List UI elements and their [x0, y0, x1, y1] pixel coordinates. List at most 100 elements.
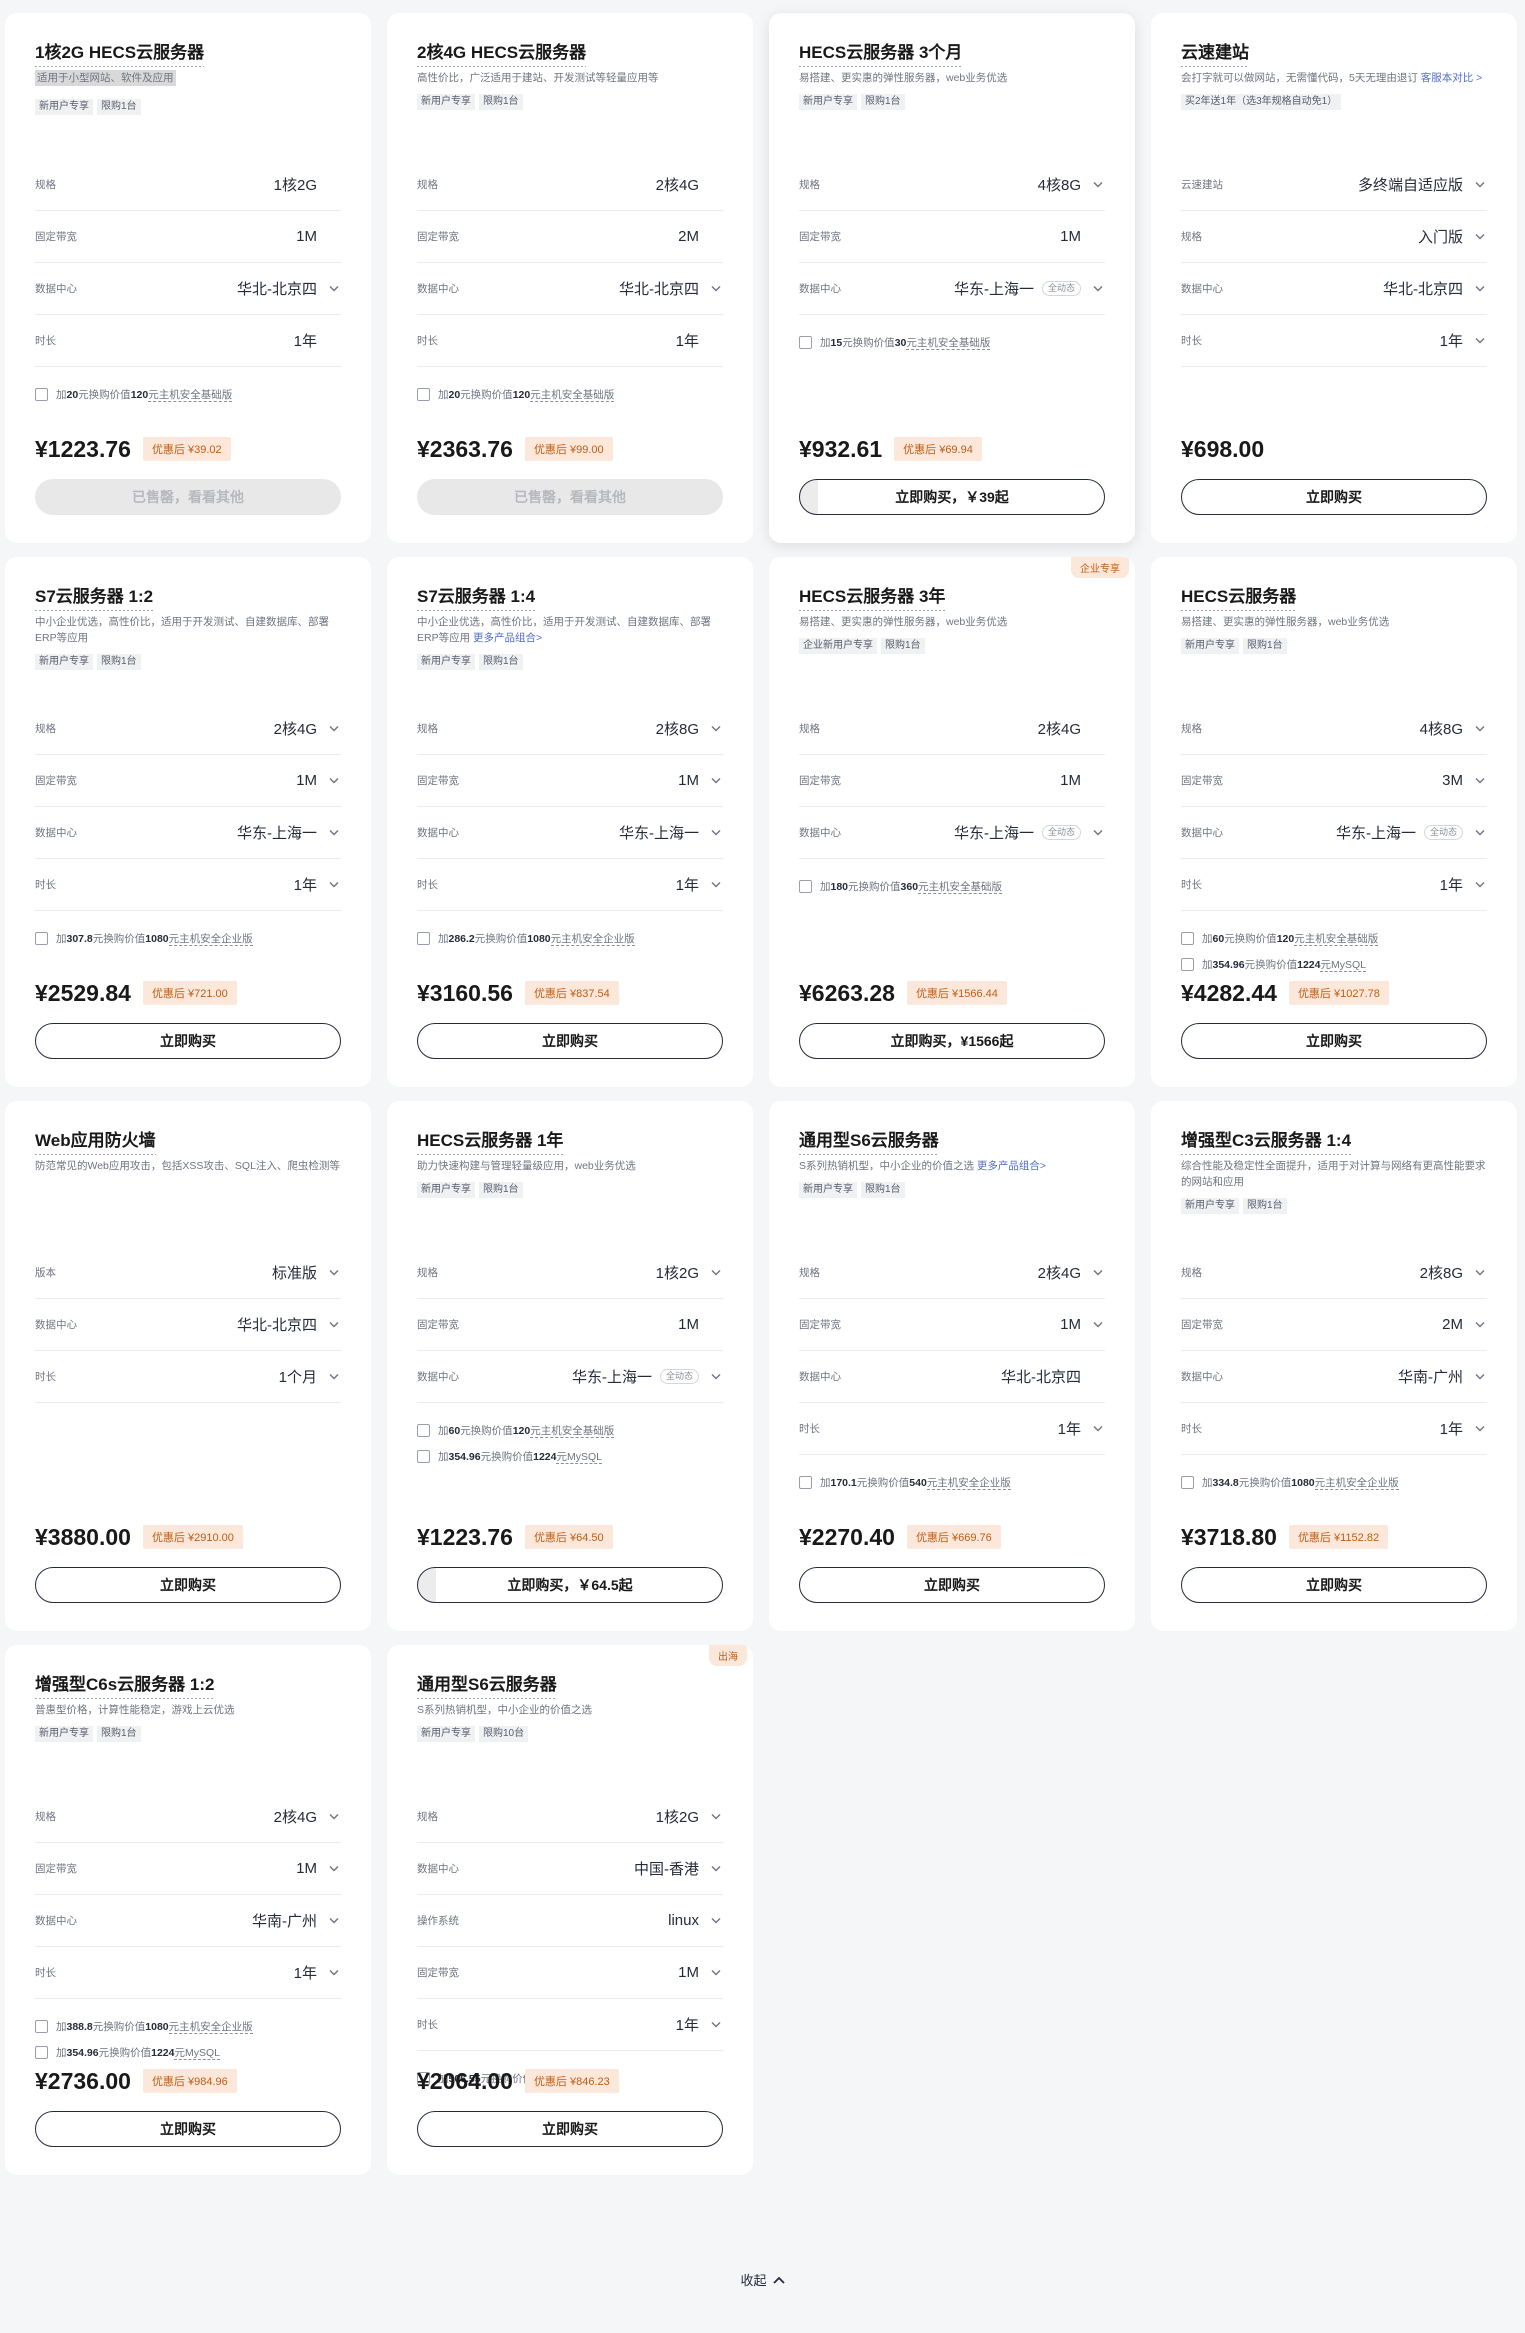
spec-value[interactable]: 华南-广州 [1398, 1366, 1487, 1387]
spec-row[interactable]: 数据中心 华东-上海一 [417, 807, 723, 859]
spec-row[interactable]: 数据中心 华北-北京四 [35, 1299, 341, 1351]
chevron-down-icon[interactable] [1473, 1321, 1487, 1328]
spec-row[interactable]: 操作系统 linux [417, 1895, 723, 1947]
chevron-down-icon[interactable] [709, 777, 723, 784]
chevron-down-icon[interactable] [709, 2021, 723, 2028]
spec-value[interactable]: 2核8G [1420, 1262, 1487, 1283]
spec-row[interactable]: 数据中心 华东-上海一 全动态 [417, 1351, 723, 1403]
chevron-down-icon[interactable] [327, 1269, 341, 1276]
spec-value[interactable]: 华东-上海一 全动态 [954, 278, 1105, 299]
chevron-down-icon[interactable] [1473, 1425, 1487, 1432]
chevron-down-icon[interactable] [327, 1917, 341, 1924]
chevron-down-icon[interactable] [1473, 233, 1487, 240]
chevron-down-icon[interactable] [1091, 1269, 1105, 1276]
card-title[interactable]: HECS云服务器 3个月 [799, 43, 963, 67]
spec-value[interactable]: 2M [1442, 1316, 1487, 1333]
spec-row[interactable]: 数据中心 华东-上海一 全动态 [799, 807, 1105, 859]
spec-row[interactable]: 数据中心 华东-上海一 全动态 [799, 263, 1105, 315]
spec-value[interactable]: 华南-广州 [252, 1910, 341, 1931]
spec-row[interactable]: 规格 1核2G [417, 1791, 723, 1843]
checkbox[interactable] [35, 2019, 48, 2033]
addon-option[interactable]: 加20元换购价值120元主机安全基础版 [35, 381, 341, 407]
buy-button[interactable]: 立即购买，￥64.5起 [417, 1567, 723, 1603]
spec-value[interactable]: 1个月 [279, 1366, 341, 1387]
spec-value[interactable]: 1年 [1440, 1418, 1487, 1439]
spec-value[interactable]: 1M [296, 1860, 341, 1877]
buy-button[interactable]: 立即购买 [417, 1023, 723, 1059]
spec-row[interactable]: 数据中心 华南-广州 [1181, 1351, 1487, 1403]
spec-value[interactable]: 华北-北京四 [237, 1314, 341, 1335]
spec-value[interactable]: 1M [296, 772, 341, 789]
checkbox[interactable] [1181, 957, 1194, 971]
chevron-down-icon[interactable] [1473, 181, 1487, 188]
chevron-down-icon[interactable] [1473, 829, 1487, 836]
buy-button[interactable]: 立即购买，￥39起 [799, 479, 1105, 515]
addon-option[interactable]: 加170.1元换购价值540元主机安全企业版 [799, 1469, 1105, 1495]
spec-row[interactable]: 固定带宽 1M [35, 755, 341, 807]
buy-button[interactable]: 立即购买 [1181, 479, 1487, 515]
chevron-down-icon[interactable] [709, 1969, 723, 1976]
spec-row[interactable]: 时长 1年 [417, 1999, 723, 2051]
spec-row[interactable]: 版本 标准版 [35, 1247, 341, 1299]
spec-row[interactable]: 时长 1年 [1181, 315, 1487, 367]
chevron-down-icon[interactable] [709, 881, 723, 888]
spec-row[interactable]: 规格 2核8G [1181, 1247, 1487, 1299]
spec-value[interactable]: 1年 [676, 874, 723, 895]
spec-value[interactable]: 标准版 [272, 1262, 341, 1283]
chevron-down-icon[interactable] [1091, 181, 1105, 188]
chevron-down-icon[interactable] [1473, 1269, 1487, 1276]
spec-row[interactable]: 规格 4核8G [799, 159, 1105, 211]
spec-value[interactable]: 4核8G [1420, 718, 1487, 739]
chevron-down-icon[interactable] [327, 1969, 341, 1976]
chevron-down-icon[interactable] [1473, 725, 1487, 732]
spec-row[interactable]: 云速建站 多终端自适应版 [1181, 159, 1487, 211]
spec-row[interactable]: 时长 1个月 [35, 1351, 341, 1403]
spec-value[interactable]: 2核4G [1038, 1262, 1105, 1283]
card-title[interactable]: HECS云服务器 3年 [799, 587, 946, 611]
spec-row[interactable]: 数据中心 华东-上海一 全动态 [1181, 807, 1487, 859]
spec-row[interactable]: 数据中心 华东-上海一 [35, 807, 341, 859]
spec-value[interactable]: 华北-北京四 [619, 278, 723, 299]
chevron-down-icon[interactable] [709, 1373, 723, 1380]
addon-option[interactable]: 加354.96元换购价值1224元MySQL [35, 2039, 341, 2065]
chevron-down-icon[interactable] [709, 1865, 723, 1872]
chevron-down-icon[interactable] [327, 725, 341, 732]
spec-row[interactable]: 数据中心 华北-北京四 [417, 263, 723, 315]
chevron-down-icon[interactable] [709, 1917, 723, 1924]
checkbox[interactable] [417, 931, 430, 945]
chevron-down-icon[interactable] [1473, 777, 1487, 784]
checkbox[interactable] [35, 2045, 48, 2059]
spec-value[interactable]: 2核4G [274, 718, 341, 739]
spec-value[interactable]: 1年 [294, 874, 341, 895]
spec-row[interactable]: 规格 2核4G [35, 1791, 341, 1843]
chevron-down-icon[interactable] [1091, 285, 1105, 292]
checkbox[interactable] [799, 1475, 812, 1489]
chevron-down-icon[interactable] [327, 1865, 341, 1872]
spec-row[interactable]: 规格 4核8G [1181, 703, 1487, 755]
spec-value[interactable]: 1M [678, 772, 723, 789]
chevron-down-icon[interactable] [709, 829, 723, 836]
chevron-down-icon[interactable] [327, 881, 341, 888]
card-title[interactable]: 通用型S6云服务器 [799, 1131, 939, 1155]
buy-button[interactable]: 立即购买 [1181, 1567, 1487, 1603]
spec-value[interactable]: 华东-上海一 全动态 [954, 822, 1105, 843]
checkbox[interactable] [35, 387, 48, 401]
chevron-down-icon[interactable] [1473, 285, 1487, 292]
spec-row[interactable]: 固定带宽 1M [35, 1843, 341, 1895]
spec-value[interactable]: 1核2G [656, 1806, 723, 1827]
spec-value[interactable]: 1M [1060, 1316, 1105, 1333]
chevron-down-icon[interactable] [1473, 1373, 1487, 1380]
chevron-down-icon[interactable] [327, 1813, 341, 1820]
buy-button[interactable]: 立即购买 [1181, 1023, 1487, 1059]
chevron-down-icon[interactable] [1091, 1425, 1105, 1432]
spec-row[interactable]: 固定带宽 1M [417, 1947, 723, 1999]
spec-row[interactable]: 规格 2核4G [799, 1247, 1105, 1299]
spec-value[interactable]: 华东-上海一 [619, 822, 723, 843]
chevron-down-icon[interactable] [1473, 337, 1487, 344]
spec-row[interactable]: 数据中心 华南-广州 [35, 1895, 341, 1947]
collapse-button[interactable]: 收起 [0, 2270, 1525, 2289]
addon-option[interactable]: 加20元换购价值120元主机安全基础版 [417, 381, 723, 407]
spec-row[interactable]: 规格 2核4G [35, 703, 341, 755]
addon-option[interactable]: 加60元换购价值120元主机安全基础版 [417, 1417, 723, 1443]
card-title[interactable]: HECS云服务器 [1181, 587, 1297, 611]
